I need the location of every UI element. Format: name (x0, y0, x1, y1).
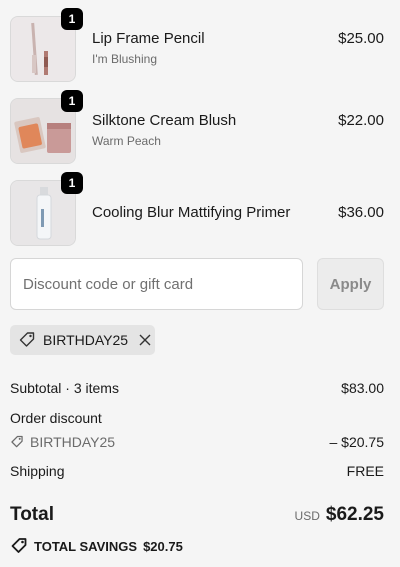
shipping-label: Shipping (10, 463, 65, 479)
savings-label: TOTAL SAVINGS (34, 538, 138, 554)
item-name: Silktone Cream Blush (92, 112, 237, 129)
apply-button[interactable]: Apply (317, 258, 384, 310)
item-variant: Warm Peach (92, 134, 161, 148)
applied-discount-code: BIRTHDAY25 (43, 332, 129, 348)
tag-icon (18, 331, 36, 349)
savings-value: $20.75 (143, 538, 183, 554)
quantity-badge: 1 (61, 8, 83, 30)
savings-tag-icon (10, 537, 28, 555)
discount-code-label: BIRTHDAY25 (30, 434, 116, 450)
remove-discount-close-icon[interactable] (138, 333, 152, 347)
cart-item: 1 Cooling Blur Mattifying Primer $36.00 (0, 172, 400, 250)
total-row: Total USD $62.25 (10, 504, 384, 526)
tag-icon (10, 435, 24, 449)
total-currency: USD (294, 509, 320, 523)
order-discount-row: Order discount (10, 410, 384, 426)
item-name: Cooling Blur Mattifying Primer (92, 204, 291, 221)
discount-code-group: BIRTHDAY25 (10, 434, 115, 450)
cart-item: 1 Silktone Cream Blush Warm Peach $22.00 (0, 90, 400, 168)
cart-item: 1 Lip Frame Pencil I'm Blushing $25.00 (0, 8, 400, 86)
total-value: $62.25 (325, 504, 384, 525)
item-variant: I'm Blushing (92, 52, 157, 66)
subtotal-value: $83.00 (341, 380, 384, 396)
item-price: $25.00 (338, 30, 384, 47)
shipping-row: Shipping FREE (10, 463, 384, 479)
item-name: Lip Frame Pencil (92, 30, 205, 47)
quantity-badge: 1 (61, 90, 83, 112)
item-price: $36.00 (338, 204, 384, 221)
discount-code-row: BIRTHDAY25 – $20.75 (10, 434, 384, 450)
item-price: $22.00 (338, 112, 384, 129)
discount-value: – $20.75 (329, 434, 385, 450)
total-amount: USD $62.25 (295, 504, 384, 526)
total-label: Total (10, 504, 54, 525)
subtotal-label: Subtotal · 3 items (10, 380, 119, 396)
order-discount-label: Order discount (10, 410, 102, 426)
subtotal-row: Subtotal · 3 items $83.00 (10, 380, 384, 396)
quantity-badge: 1 (61, 172, 83, 194)
total-savings: TOTAL SAVINGS $20.75 (10, 537, 183, 555)
applied-discount-chip: BIRTHDAY25 (10, 325, 155, 355)
shipping-value: FREE (346, 463, 384, 479)
discount-code-input[interactable] (10, 258, 303, 310)
